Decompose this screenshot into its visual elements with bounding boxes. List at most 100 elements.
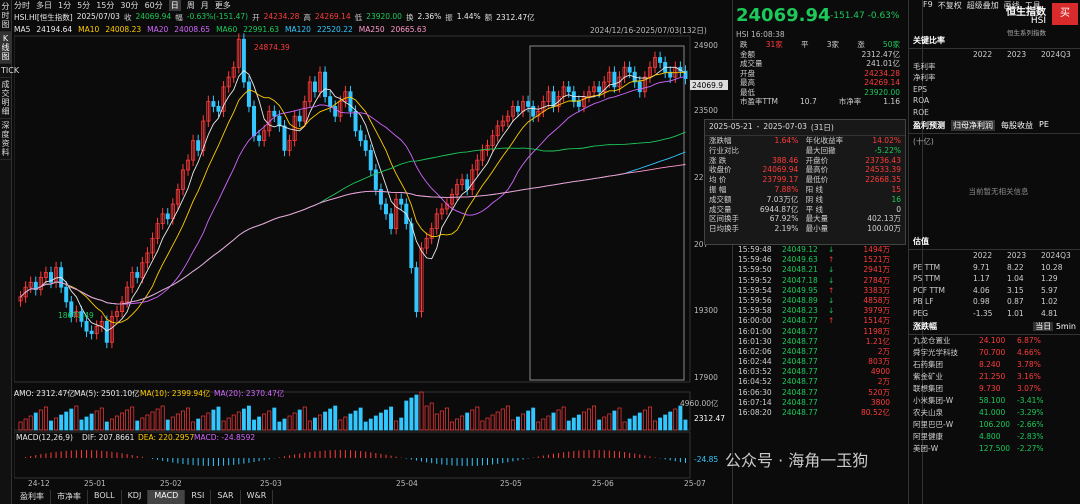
period-intraday[interactable]: 分时: [14, 0, 30, 11]
tick-row: 15:59:56 24048.89 ↓ 4858万: [736, 296, 904, 306]
year: 2024Q3: [1041, 251, 1071, 260]
stat-value: 24234.28: [864, 68, 900, 78]
amp-label: 振: [445, 13, 453, 22]
mover-row[interactable]: 小米集团-W 58.100 -3.41%: [909, 395, 1080, 407]
popup-label: 日均换手: [709, 224, 739, 234]
volume-bar: [541, 418, 546, 431]
range-to[interactable]: 2025-07-03: [763, 122, 807, 133]
tick-price: 24048.77: [782, 326, 818, 336]
mover-row[interactable]: 阿里健康 4.800 -2.83%: [909, 431, 1080, 443]
tick-arrow: ↓: [828, 265, 835, 275]
tab-today[interactable]: 当日: [1033, 322, 1054, 331]
stat-value: 24269.14: [864, 78, 900, 87]
candle-body: [353, 110, 358, 132]
period-more[interactable]: 更多: [215, 0, 231, 11]
volume-bar: [64, 411, 69, 431]
period-30min[interactable]: 30分: [120, 0, 138, 11]
volume-bar: [683, 419, 688, 431]
tick-arrow: [828, 327, 840, 337]
open-label: 开: [252, 13, 260, 22]
period-1min[interactable]: 1分: [58, 0, 71, 11]
volume-bar: [668, 411, 673, 431]
valuation-value: -1.35: [973, 308, 993, 318]
mover-row[interactable]: 舜宇光学科技 70.700 4.66%: [909, 347, 1080, 359]
tab-pe-forecast[interactable]: PE: [1039, 120, 1049, 131]
tab-intraday[interactable]: 分时图: [0, 0, 11, 32]
valuation-value: 0.98: [973, 297, 990, 306]
mover-row[interactable]: 九龙仓置业 24.100 6.87%: [909, 335, 1080, 347]
tick-row: 16:07:14 24048.77 3800: [736, 398, 904, 408]
tick-volume: 3800: [870, 397, 890, 407]
popup-value: 7.03万亿: [766, 194, 799, 204]
tick-price: 24048.77: [782, 316, 818, 326]
buy-button[interactable]: 买: [1052, 3, 1078, 25]
volume-bar: [328, 408, 333, 431]
range-stats-popup[interactable]: 2025-05-21 - 2025-07-03 (31日) 涨跌幅 1.64% 年化…: [704, 119, 906, 245]
volume-bar: [302, 406, 307, 431]
period-multiday[interactable]: 多日: [36, 0, 52, 11]
range-from[interactable]: 2025-05-21: [709, 122, 753, 133]
popup-row: 振 幅 7.88% 阳 线 15: [705, 185, 905, 195]
tab-pb[interactable]: 市净率: [51, 490, 88, 504]
popup-value: 2.19%: [774, 224, 799, 234]
popup-label: 区间换手: [709, 214, 739, 224]
volume-bar: [104, 421, 109, 431]
tick-volume: 1521万: [863, 255, 890, 265]
volume-bar: [343, 416, 348, 431]
period-60min[interactable]: 60分: [145, 0, 163, 11]
popup-row: 成交量 6944.87亿平 线 0: [705, 205, 905, 215]
kline-chart-area[interactable]: 24900 23500 221 207 19300 17900 2024/12/16-202…: [13, 0, 728, 504]
tab-macd[interactable]: MACD: [148, 490, 186, 504]
volume-bar: [312, 417, 317, 431]
tab-net-profit[interactable]: 归母净利润: [951, 120, 995, 131]
tick-time: 16:01:30: [738, 336, 772, 346]
tab-pe[interactable]: 盈利率: [14, 490, 51, 504]
tab-sar[interactable]: SAR: [211, 490, 241, 504]
mover-row[interactable]: 石药集团 8.240 3.78%: [909, 359, 1080, 371]
valuation-header: 2022 2023 2024Q3: [909, 250, 1080, 262]
ratios-header: 2022 2023 2024Q3: [909, 49, 1080, 61]
tick-list[interactable]: 15:59:48 24049.12 ↓ 1494万 15:59:46 24049.63 ↑ 1…: [736, 245, 904, 418]
mover-price: 8.240: [979, 360, 1001, 369]
volume-bar: [510, 419, 515, 431]
tab-trade-detail[interactable]: 成交明细: [0, 78, 11, 119]
mover-row[interactable]: 美团-W 127.500 -2.27%: [909, 443, 1080, 455]
popup-value: 388.46: [772, 155, 799, 165]
period-5min[interactable]: 5分: [77, 0, 90, 11]
period-week[interactable]: 周: [187, 0, 195, 11]
mover-row[interactable]: 阿里巴巴-W 106.200 -2.66%: [909, 419, 1080, 431]
valuation-value: 8.22: [1007, 262, 1024, 272]
period-15min[interactable]: 15分: [96, 0, 114, 11]
period-month[interactable]: 月: [201, 0, 209, 11]
tab-kdj[interactable]: KDJ: [122, 490, 149, 504]
tab-depth[interactable]: 深度资料: [0, 119, 11, 160]
tab-boll[interactable]: BOLL: [88, 490, 122, 504]
candle-body: [104, 320, 109, 343]
mover-row[interactable]: 农夫山泉 41.000 -3.29%: [909, 407, 1080, 419]
tab-rsi[interactable]: RSI: [185, 490, 212, 504]
popup-label: 最高价: [805, 165, 829, 175]
range-sep: -: [756, 122, 760, 131]
ratio-label: ROA: [913, 96, 930, 105]
tab-tick[interactable]: TICK: [0, 64, 19, 78]
mover-row[interactable]: 紫金矿业 21.250 3.16%: [909, 371, 1080, 383]
tick-volume: 803万: [868, 357, 890, 367]
volume-bar: [79, 419, 84, 431]
date-axis-label: 24-12: [28, 479, 50, 488]
tab-eps[interactable]: 每股收益: [1001, 120, 1033, 131]
ma-legend: MA5 24194.64 MA10 24008.23 MA20 24008.65 MA60 2…: [14, 25, 426, 34]
tab-wr[interactable]: W&R: [241, 490, 274, 504]
period-day[interactable]: 日: [168, 0, 181, 11]
tab-kline[interactable]: K线图: [0, 32, 11, 64]
volume-bar: [516, 416, 520, 431]
tick-time: 15:59:54: [738, 285, 772, 295]
tick-row: 16:03:52 24048.77 4900: [736, 367, 904, 377]
volume-bar: [49, 420, 53, 431]
tab-5min[interactable]: 5min: [1056, 322, 1076, 331]
mover-row[interactable]: 联想集团 9.730 3.07%: [909, 383, 1080, 395]
macd-value: MACD: -24.8592: [194, 433, 255, 442]
breadth-row: 跌 31家 平 3家 涨 50家: [736, 40, 904, 50]
stat-value: 23920.00: [864, 87, 900, 97]
popup-value: 15: [891, 184, 901, 194]
candle-body: [165, 213, 170, 220]
